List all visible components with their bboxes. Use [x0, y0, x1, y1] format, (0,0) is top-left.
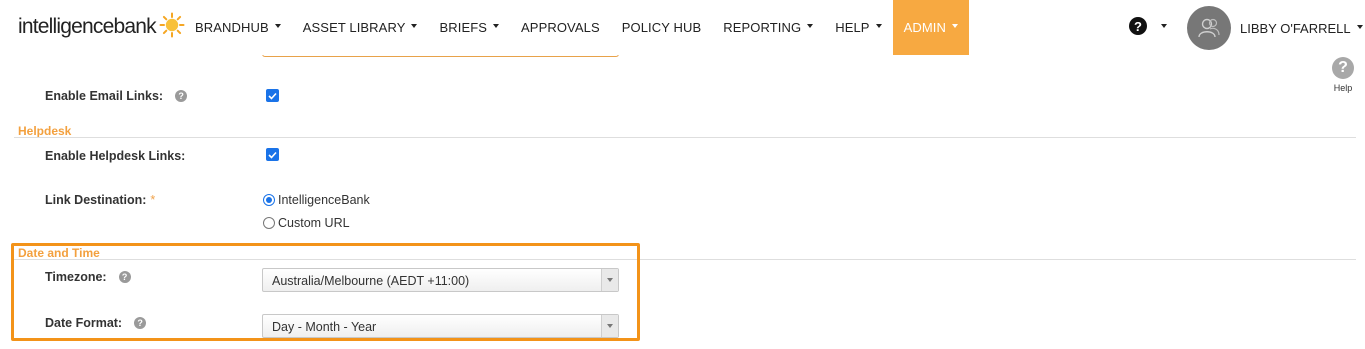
- date-format-label: Date Format:?: [45, 316, 147, 330]
- helpdesk-links-label: Enable Helpdesk Links:: [45, 149, 186, 163]
- user-name-label: LIBBY O'FARRELL: [1240, 21, 1351, 36]
- nav-item-admin[interactable]: ADMIN: [892, 0, 969, 55]
- timezone-select-value: Australia/Melbourne (AEDT +11:00): [272, 274, 470, 288]
- info-question-icon: ?: [134, 317, 147, 329]
- chevron-down-icon: [601, 315, 618, 337]
- link-destination-label: Link Destination: *: [45, 193, 155, 207]
- caret-down-icon: [951, 23, 958, 28]
- nav-item-policy-hub[interactable]: POLICY HUB: [611, 0, 713, 55]
- nav-item-brandhub[interactable]: BRANDHUB: [184, 0, 292, 55]
- timezone-select[interactable]: Australia/Melbourne (AEDT +11:00): [262, 268, 619, 292]
- section-divider: [14, 137, 1356, 138]
- logo[interactable]: intelligencebank: [18, 12, 185, 42]
- caret-down-icon: [807, 23, 814, 28]
- email-links-label: Enable Email Links:?: [45, 89, 188, 103]
- section-divider: [14, 259, 1356, 260]
- section-title-helpdesk: Helpdesk: [18, 124, 72, 138]
- help-dropdown[interactable]: ?: [1129, 17, 1167, 35]
- required-marker: *: [150, 193, 156, 207]
- nav-item-help[interactable]: HELP: [824, 0, 892, 55]
- caret-down-icon: [1356, 25, 1363, 29]
- question-circle-icon: ?: [1129, 17, 1147, 35]
- radio-label: IntelligenceBank: [278, 193, 370, 207]
- help-button-label: Help: [1333, 83, 1353, 93]
- nav-label: BRIEFS: [439, 20, 488, 35]
- info-question-icon: ?: [175, 90, 188, 102]
- nav-item-approvals[interactable]: APPROVALS: [510, 0, 611, 55]
- nav-label: APPROVALS: [521, 20, 600, 35]
- question-circle-icon: ?: [1332, 57, 1354, 79]
- checkmark-icon: [268, 151, 277, 159]
- avatar[interactable]: [1187, 6, 1231, 50]
- email-links-checkbox[interactable]: [266, 89, 279, 102]
- radio-unselected-icon: [263, 217, 275, 229]
- helpdesk-links-checkbox[interactable]: [266, 148, 279, 161]
- logo-text: intelligencebank: [18, 15, 157, 38]
- radio-intelligencebank[interactable]: IntelligenceBank: [263, 193, 370, 207]
- user-avatar-icon: [1198, 18, 1220, 38]
- date-format-select[interactable]: Day - Month - Year: [262, 314, 619, 338]
- main-nav: BRANDHUB ASSET LIBRARY BRIEFS APPROVALS …: [184, 0, 969, 55]
- nav-label: ADMIN: [903, 20, 946, 35]
- chevron-down-icon: [601, 269, 618, 291]
- nav-item-briefs[interactable]: BRIEFS: [428, 0, 510, 55]
- caret-down-icon: [1161, 24, 1167, 28]
- nav-label: BRANDHUB: [195, 20, 269, 35]
- radio-selected-icon: [263, 194, 275, 206]
- user-menu[interactable]: LIBBY O'FARRELL: [1240, 21, 1363, 36]
- radio-label: Custom URL: [278, 216, 350, 230]
- timezone-label: Timezone:?: [45, 270, 131, 284]
- info-question-icon: ?: [118, 271, 131, 283]
- caret-down-icon: [274, 23, 281, 28]
- caret-down-icon: [411, 23, 418, 28]
- nav-label: POLICY HUB: [621, 20, 702, 35]
- nav-label: ASSET LIBRARY: [302, 20, 406, 35]
- top-navbar: intelligencebank BRANDHUB ASSET LIBRARY …: [0, 0, 1365, 55]
- nav-item-reporting[interactable]: REPORTING: [712, 0, 824, 55]
- nav-item-asset-library[interactable]: ASSET LIBRARY: [292, 0, 429, 55]
- date-format-select-value: Day - Month - Year: [272, 320, 377, 334]
- date-format-label-text: Date Format:: [45, 316, 123, 330]
- caret-down-icon: [875, 23, 882, 28]
- timezone-label-text: Timezone:: [45, 270, 107, 284]
- checkmark-icon: [268, 92, 277, 100]
- link-destination-label-text: Link Destination:: [45, 193, 147, 207]
- nav-label: REPORTING: [723, 20, 802, 35]
- radio-custom-url[interactable]: Custom URL: [263, 216, 350, 230]
- caret-down-icon: [493, 23, 500, 28]
- section-title-date-and-time: Date and Time: [18, 246, 100, 260]
- nav-label: HELP: [835, 20, 870, 35]
- help-button[interactable]: ? Help: [1330, 57, 1356, 93]
- sun-logo-icon: [159, 12, 185, 43]
- email-links-label-text: Enable Email Links:: [45, 89, 164, 103]
